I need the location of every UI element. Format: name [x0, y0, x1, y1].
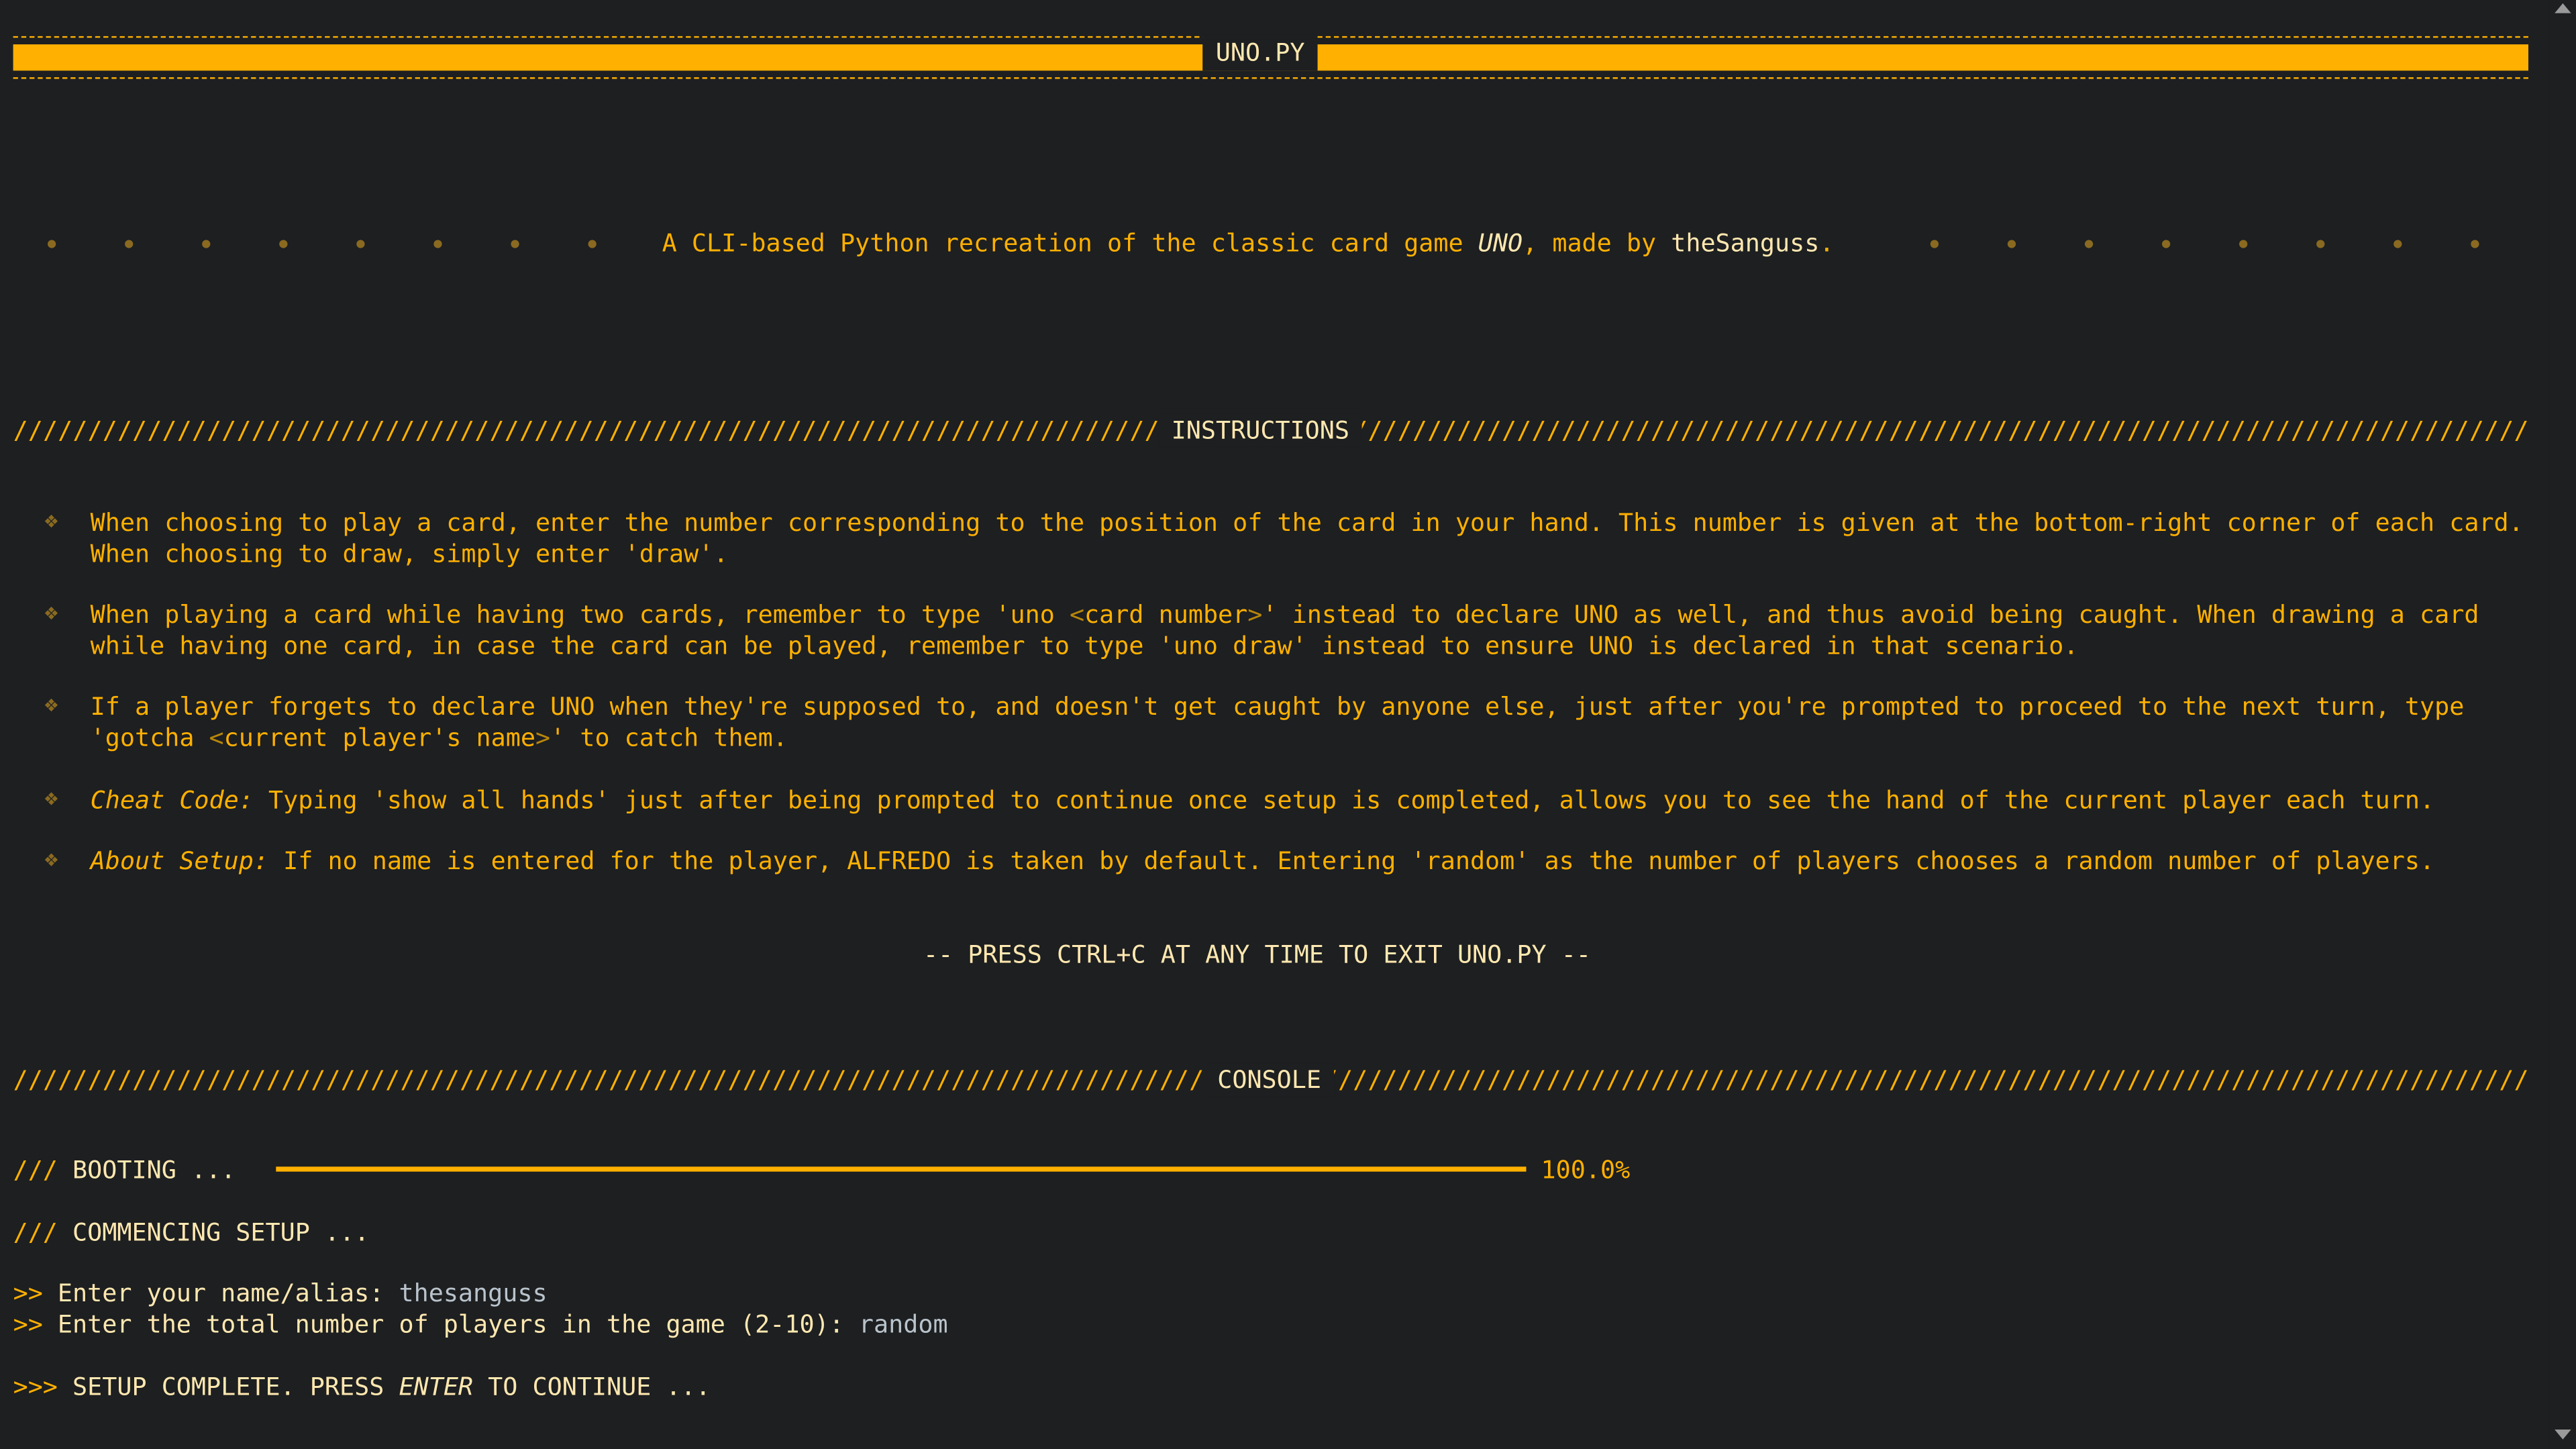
instruction-arg: current player's name [223, 723, 536, 753]
dot-decoration [588, 240, 597, 248]
instruction-text: ' to catch them. [550, 723, 788, 753]
name-input-value[interactable]: thesanguss [399, 1279, 547, 1308]
exit-notice: -- PRESS CTRL+C AT ANY TIME TO EXIT UNO.… [923, 940, 1591, 970]
scrollbar[interactable] [2549, 0, 2576, 1449]
instruction-text: Typing 'show all hands' just after being… [253, 785, 2435, 815]
dot-decoration [2007, 240, 2016, 248]
diamond-bullet-icon: ❖ [44, 785, 58, 812]
instructions-heading: INSTRUCTIONS [1158, 413, 1363, 447]
name-prompt: Enter your name/alias: [57, 1278, 399, 1308]
dot-decoration [1930, 240, 1939, 248]
players-prompt: Enter the total number of players in the… [57, 1309, 859, 1340]
instruction-label: About Setup: [90, 846, 268, 876]
complete-text: TO CONTINUE ... [473, 1372, 711, 1402]
dot-decoration [2393, 240, 2402, 248]
angle-bracket: > [1247, 599, 1263, 630]
tagline-game-name: UNO [1478, 228, 1523, 258]
app-title: UNO.PY [1202, 34, 1319, 71]
dot-decoration [125, 240, 134, 248]
diamond-bullet-icon: ❖ [44, 691, 58, 718]
players-input-value[interactable]: random [859, 1309, 948, 1339]
diamond-bullet-icon: ❖ [44, 599, 58, 626]
instruction-label: Cheat Code: [90, 785, 254, 815]
setup-prefix: /// [13, 1217, 58, 1248]
instruction-about-setup: About Setup: If no name is entered for t… [91, 846, 2532, 878]
scroll-down-arrow-icon[interactable] [2555, 1430, 2571, 1440]
instruction-declare-uno: When playing a card while having two car… [91, 600, 2532, 662]
dot-decoration [356, 240, 365, 248]
dot-decoration [2239, 240, 2248, 248]
boot-label: BOOTING ... [72, 1155, 236, 1185]
diamond-bullet-icon: ❖ [44, 846, 58, 873]
instruction-cheat-code: Cheat Code: Typing 'show all hands' just… [91, 785, 2532, 817]
dot-decoration [2084, 240, 2094, 248]
instruction-text: When playing a card while having two car… [90, 599, 1070, 630]
instruction-text: When choosing to play a card, enter the … [90, 507, 2524, 569]
scroll-up-arrow-icon[interactable] [2555, 3, 2571, 13]
name-prompt-line: >> Enter your name/alias: thesanguss [13, 1279, 548, 1308]
complete-marker: >>> [13, 1372, 58, 1402]
dot-decoration [48, 240, 56, 248]
angle-bracket: < [209, 723, 224, 753]
enter-key-label: ENTER [399, 1372, 474, 1402]
prompt-marker: >> [13, 1309, 43, 1340]
instruction-gotcha: If a player forgets to declare UNO when … [91, 692, 2532, 754]
boot-line: /// BOOTING ... [13, 1155, 236, 1185]
dot-decoration [433, 240, 442, 248]
tagline-prefix: A CLI-based Python recreation of the cla… [662, 228, 1478, 258]
setup-line: /// COMMENCING SETUP ... [13, 1217, 370, 1247]
tagline-middle: , made by [1523, 228, 1671, 258]
setup-label: COMMENCING SETUP ... [72, 1217, 370, 1248]
angle-bracket: < [1069, 599, 1085, 630]
title-banner: UNO.PY [13, 34, 2528, 79]
instruction-arg: card number [1084, 599, 1248, 630]
dot-decoration [2162, 240, 2171, 248]
diamond-bullet-icon: ❖ [44, 507, 58, 534]
dot-decoration [2471, 240, 2479, 248]
angle-bracket: > [535, 723, 551, 753]
dot-decoration [511, 240, 519, 248]
terminal-window: UNO.PY A CLI-based Python recreation of … [0, 0, 2576, 1449]
prompt-marker: >> [13, 1278, 43, 1308]
boot-progress-fill [276, 1166, 1527, 1172]
dot-decoration [2316, 240, 2325, 248]
complete-text: SETUP COMPLETE. PRESS [72, 1372, 399, 1402]
tagline: A CLI-based Python recreation of the cla… [662, 228, 1835, 258]
instruction-play-card: When choosing to play a card, enter the … [91, 508, 2532, 570]
setup-complete-line: >>> SETUP COMPLETE. PRESS ENTER TO CONTI… [13, 1372, 711, 1401]
boot-progress-bar [276, 1166, 1527, 1172]
boot-percent: 100.0% [1541, 1155, 1631, 1185]
boot-prefix: /// [13, 1155, 58, 1185]
players-prompt-line: >> Enter the total number of players in … [13, 1309, 948, 1339]
tagline-author: theSanguss [1671, 228, 1820, 258]
dot-decoration [202, 240, 211, 248]
dot-decoration [279, 240, 288, 248]
instruction-text: If no name is entered for the player, AL… [268, 846, 2435, 876]
tagline-suffix: . [1819, 228, 1835, 258]
console-heading: CONSOLE [1204, 1063, 1335, 1097]
